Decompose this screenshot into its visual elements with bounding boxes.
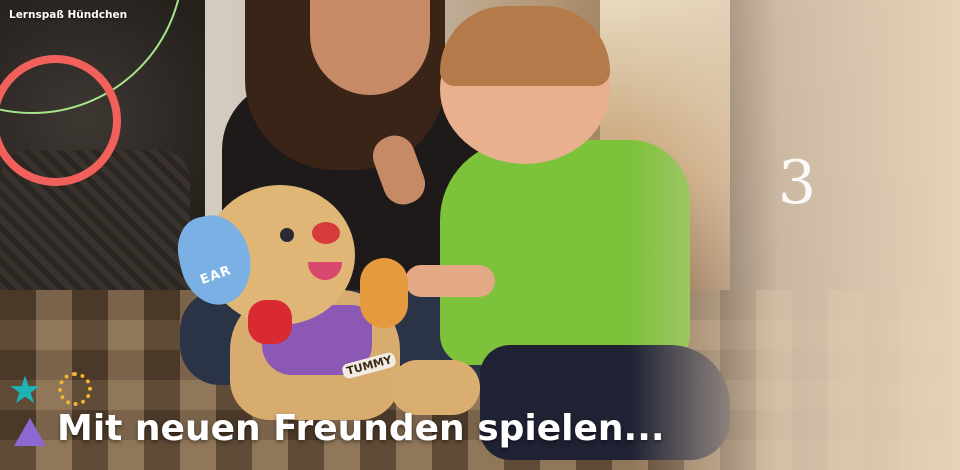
triangle-icon: [14, 418, 46, 446]
puppy-toy-feet: [390, 360, 480, 415]
baby-arm: [405, 265, 495, 297]
puppy-toy-paw: [360, 258, 408, 328]
star-icon: ★: [8, 368, 43, 412]
slide-caption: Mit neuen Freunden spielen...: [57, 408, 665, 449]
puppy-toy-nose: [312, 222, 340, 244]
photo-slide: EAR TUMMY Lernspaß Hündchen 3 ★ Mit neue…: [0, 0, 960, 470]
puppy-toy-heart: [248, 300, 292, 344]
right-fade-overlay: [630, 0, 960, 470]
puppy-toy-eye: [280, 228, 294, 242]
slide-number: 3: [778, 148, 817, 218]
dotted-ring-icon: [58, 372, 92, 406]
brand-title: Lernspaß Hündchen: [9, 9, 128, 21]
